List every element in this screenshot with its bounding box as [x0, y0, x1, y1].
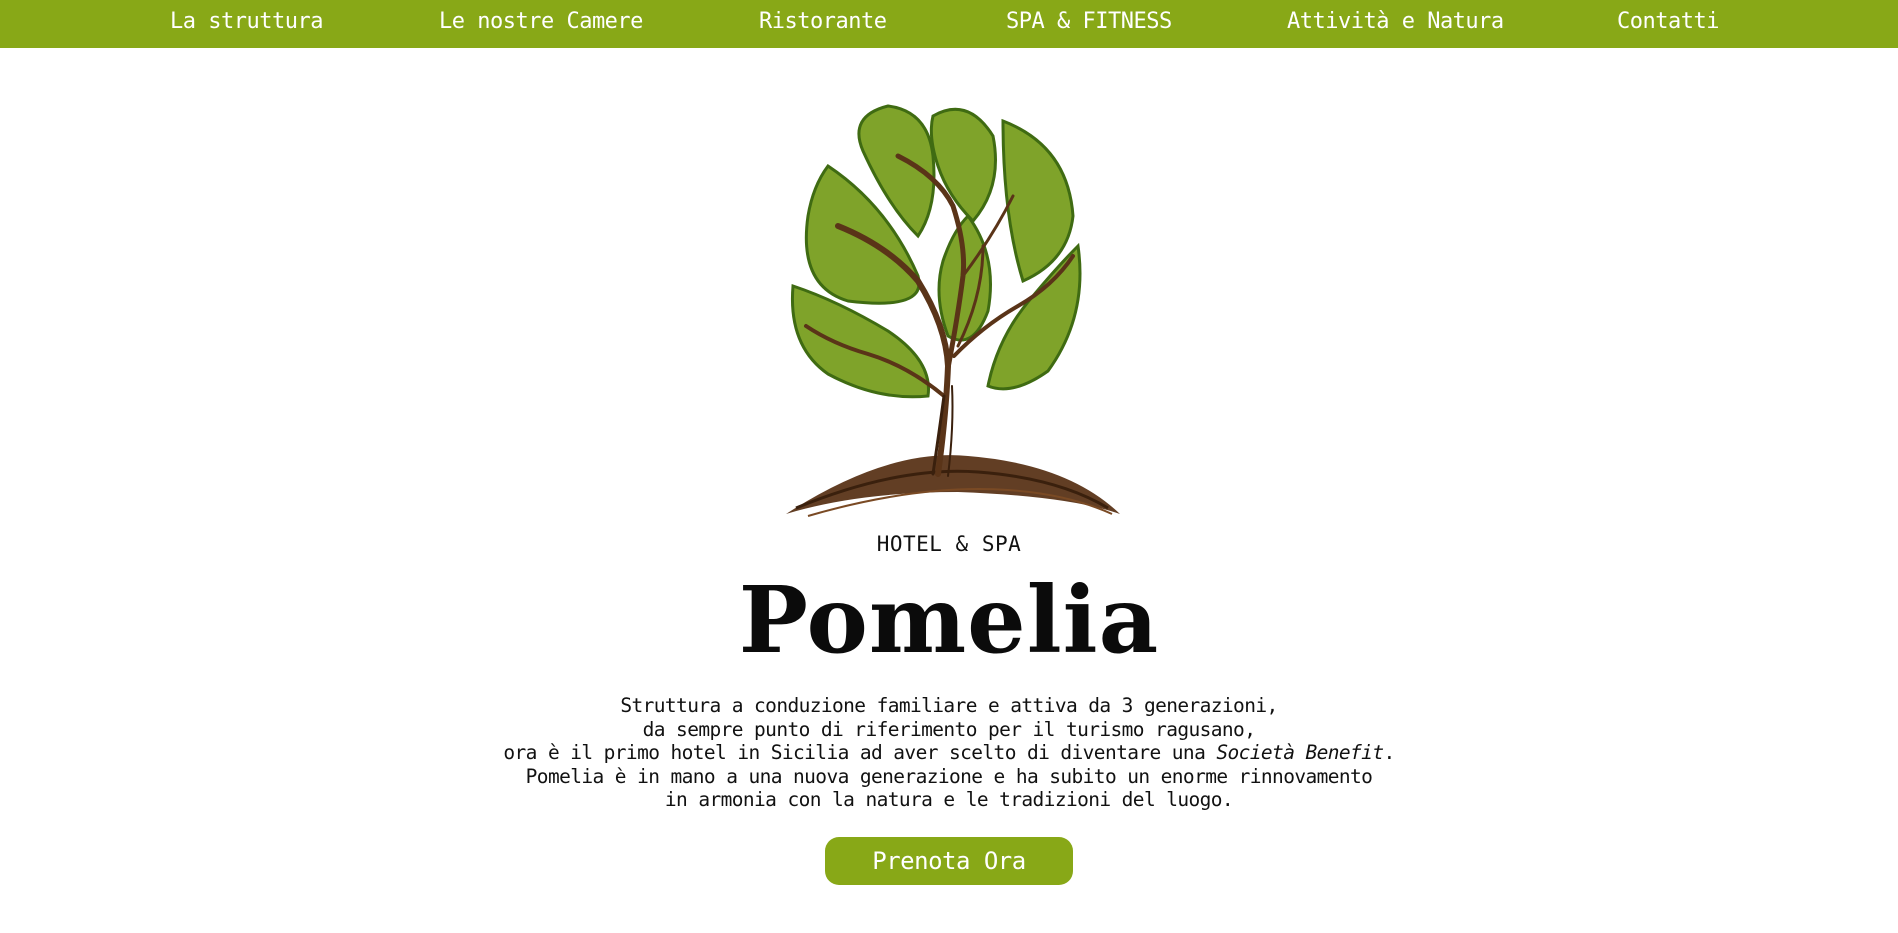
- societa-benefit-emphasis: Società Benefit: [1216, 741, 1384, 764]
- nav-link-le-nostre-camere[interactable]: Le nostre Camere: [439, 0, 643, 44]
- nav-link-ristorante[interactable]: Ristorante: [759, 0, 887, 44]
- nav-link-la-struttura[interactable]: La struttura: [170, 0, 323, 44]
- intro-line-4: Pomelia è in mano a una nuova generazion…: [525, 764, 1373, 788]
- prenota-ora-button[interactable]: Prenota Ora: [825, 837, 1073, 885]
- brand-name-title: Pomelia: [738, 566, 1160, 674]
- intro-line-3: ora è il primo hotel in Sicilia ad aver …: [0, 741, 1898, 765]
- nav-link-contatti[interactable]: Contatti: [1617, 0, 1719, 44]
- intro-paragraph: Struttura a conduzione familiare e attiv…: [0, 694, 1898, 812]
- nav-link-spa-fitness[interactable]: SPA & FITNESS: [1006, 0, 1172, 44]
- tree-logo-icon: [768, 96, 1130, 526]
- brand-subtitle: HOTEL & SPA: [876, 532, 1022, 556]
- intro-line-1: Struttura a conduzione familiare e attiv…: [620, 694, 1278, 717]
- top-navigation-bar: La struttura Le nostre Camere Ristorante…: [0, 0, 1898, 48]
- intro-line-3-suffix: .: [1383, 741, 1395, 764]
- intro-line-2: da sempre punto di riferimento per il tu…: [642, 717, 1256, 741]
- intro-line-3-prefix: ora è il primo hotel in Sicilia ad aver …: [503, 741, 1217, 764]
- intro-line-5: in armonia con la natura e le tradizioni…: [664, 788, 1234, 811]
- nav-link-attivita-e-natura[interactable]: Attività e Natura: [1287, 0, 1504, 44]
